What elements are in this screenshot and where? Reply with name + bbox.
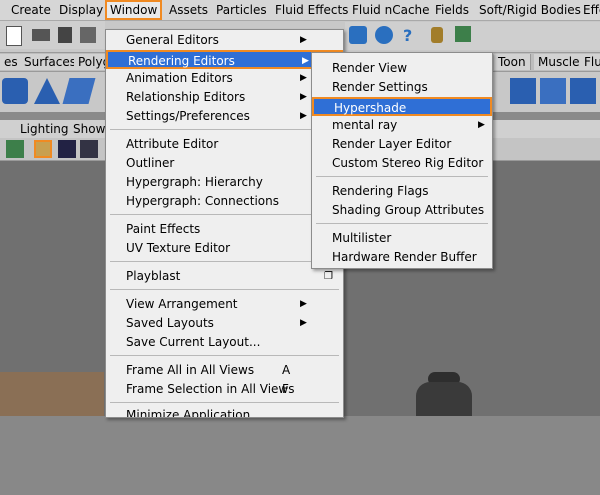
menu-item-rendering-editors[interactable]: Rendering Editors ▶ [106,50,343,69]
status-line-icons [0,21,105,49]
menu-separator [316,223,488,224]
menu-fields[interactable]: Fields [432,2,472,18]
menu-separator [110,214,339,215]
chevron-right-icon: ▶ [300,299,307,309]
file-icon[interactable] [6,26,22,46]
menu-fluid-effects[interactable]: Fluid Effects [272,2,351,18]
menu-separator [110,355,339,356]
shelf-tool-icon-2[interactable] [540,78,566,104]
chevron-right-icon: ▶ [300,35,307,45]
chevron-right-icon: ▶ [300,92,307,102]
menu-set-icon[interactable] [80,27,96,43]
menu-item-render-view[interactable]: Render View [312,59,492,78]
menu-separator [316,176,488,177]
menu-separator [110,402,339,403]
poly-cylinder-icon[interactable] [2,78,28,104]
render-globe-icon[interactable] [375,26,393,44]
camera-icon[interactable] [6,140,24,158]
film-gate-icon[interactable] [58,140,76,158]
chevron-right-icon: ▶ [300,111,307,121]
menu-item-shading-group-attributes[interactable]: Shading Group Attributes [312,201,492,220]
menu-item-minimize-application[interactable]: Minimize Application [106,407,343,417]
shelf-tool-icon-3[interactable] [570,78,596,104]
shelf-tool-icon-1[interactable] [510,78,536,104]
open-folder-icon[interactable] [32,29,50,41]
menu-item-multilister[interactable]: Multilister [312,229,492,248]
shortcut-label: F [282,382,289,396]
menu-item-view-arrangement[interactable]: View Arrangement ▶ [106,295,343,314]
menu-item-hardware-render-buffer[interactable]: Hardware Render Buffer [312,248,492,267]
floor-object [0,372,104,416]
menu-item-mental-ray[interactable]: mental ray ▶ [312,116,492,135]
poly-plane-icon[interactable] [62,78,96,104]
snap-icon[interactable] [349,26,367,44]
menu-soft-rigid-bodies[interactable]: Soft/Rigid Bodies [476,2,584,18]
menu-item-save-current-layout[interactable]: Save Current Layout... [106,333,343,352]
vase-object [416,382,472,416]
shortcut-label: A [282,363,291,377]
menu-create[interactable]: Create [8,2,54,18]
help-icon[interactable]: ? [403,26,412,45]
menubar: Create Display Window Assets Particles F… [0,0,600,21]
menu-item-render-settings[interactable]: Render Settings [312,78,492,97]
status-line-tools: ? [345,22,600,50]
menu-item-uv-texture-editor[interactable]: UV Texture Editor [106,239,343,258]
menu-item-custom-stereo-rig-editor[interactable]: Custom Stereo Rig Editor [312,154,492,173]
menu-item-hypershade[interactable]: Hypershade [312,97,492,116]
chevron-right-icon: ▶ [300,73,307,83]
menu-fluid-ncache[interactable]: Fluid nCache [349,2,433,18]
option-box-icon[interactable]: ❐ [324,267,333,286]
tab-fluids[interactable]: Flu [580,54,600,70]
menu-item-playblast[interactable]: Playblast ❐ [106,267,343,286]
chevron-right-icon: ▶ [478,120,485,130]
menu-item-settings-preferences[interactable]: Settings/Preferences ▶ [106,107,343,126]
menu-window[interactable]: Window [105,0,163,20]
menu-separator [110,289,339,290]
lock-icon[interactable] [431,27,443,43]
menu-item-hypergraph-hierarchy[interactable]: Hypergraph: Hierarchy [106,173,343,192]
resolution-gate-icon[interactable] [80,140,98,158]
menu-item-frame-selection[interactable]: Frame Selection in All Views F [106,380,343,399]
selection-icon[interactable] [455,26,471,42]
menu-item-saved-layouts[interactable]: Saved Layouts ▶ [106,314,343,333]
menu-item-paint-effects[interactable]: Paint Effects [106,220,343,239]
chevron-right-icon: ▶ [300,318,307,328]
menu-display[interactable]: Display [56,2,106,18]
menu-particles[interactable]: Particles [213,2,270,18]
tab-toon[interactable]: Toon [494,54,531,70]
menu-item-general-editors[interactable]: General Editors ▶ [106,31,343,50]
panel-menu-lighting[interactable]: Lighting [20,121,69,137]
save-icon[interactable] [58,27,72,43]
menu-item-render-layer-editor[interactable]: Render Layer Editor [312,135,492,154]
menu-item-animation-editors[interactable]: Animation Editors ▶ [106,69,343,88]
menu-item-outliner[interactable]: Outliner [106,154,343,173]
menu-item-hypergraph-connections[interactable]: Hypergraph: Connections [106,192,343,211]
menu-item-frame-all[interactable]: Frame All in All Views A [106,361,343,380]
poly-cone-icon[interactable] [34,78,60,104]
tab-surfaces[interactable]: Surfaces [20,54,81,70]
menu-assets[interactable]: Assets [166,2,211,18]
menu-item-attribute-editor[interactable]: Attribute Editor [106,135,343,154]
grid-icon[interactable] [34,140,52,158]
menu-item-rendering-flags[interactable]: Rendering Flags [312,182,492,201]
tab-muscle[interactable]: Muscle [534,54,585,70]
menu-separator [110,129,339,130]
panel-menu-show[interactable]: Show [73,121,105,137]
bottom-panel [0,416,600,495]
menu-effects[interactable]: Effe [580,2,600,18]
menu-item-relationship-editors[interactable]: Relationship Editors ▶ [106,88,343,107]
window-menu: General Editors ▶ Rendering Editors ▶ Anim… [105,29,344,418]
rendering-editors-submenu: Render View Render Settings Hypershade m… [311,52,493,269]
menu-separator [110,261,339,262]
